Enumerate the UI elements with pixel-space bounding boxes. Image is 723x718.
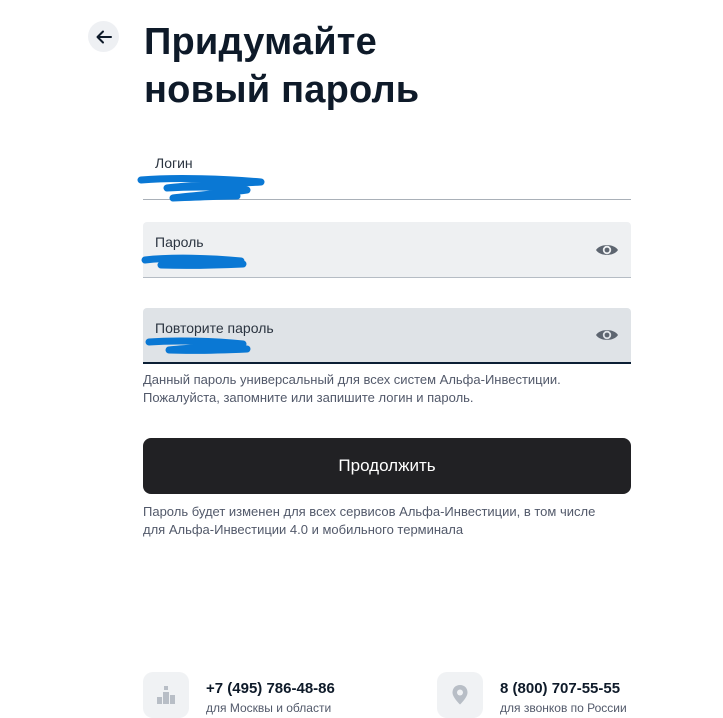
repeat-password-label: Повторите пароль	[155, 320, 274, 336]
redaction-scribble	[137, 175, 265, 202]
repeat-password-field[interactable]: Повторите пароль	[143, 308, 631, 364]
arrow-left-icon	[96, 30, 112, 43]
hint-line: Данный пароль универсальный для всех сис…	[143, 372, 561, 387]
show-repeat-password-eye-icon[interactable]	[595, 327, 619, 343]
page-title-line-2: новый пароль	[144, 69, 420, 111]
hint-line: для Альфа-Инвестиции 4.0 и мобильного те…	[143, 522, 464, 537]
back-button[interactable]	[88, 21, 119, 52]
show-password-eye-icon[interactable]	[595, 242, 619, 258]
contact-moscow[interactable]: +7 (495) 786-48-86 для Москвы и области	[143, 672, 335, 718]
page-title-line-1: Придумайте	[144, 21, 377, 63]
login-label: Логин	[155, 155, 193, 171]
redaction-scribble	[145, 337, 251, 354]
password-label: Пароль	[155, 234, 204, 250]
contact-description: для звонков по России	[500, 701, 627, 715]
contact-phone[interactable]: 8 (800) 707-55-55	[500, 680, 627, 697]
contact-description: для Москвы и области	[206, 701, 332, 715]
login-field[interactable]: Логин	[137, 150, 631, 202]
contact-russia[interactable]: 8 (800) 707-55-55 для звонков по России	[437, 672, 627, 718]
password-change-notice: Пароль будет изменен для всех сервисов А…	[143, 503, 613, 539]
page-title: Придумайте новый пароль	[144, 18, 564, 114]
city-icon	[143, 672, 189, 718]
hint-line: Пожалуйста, запомните или запишите логин…	[143, 390, 474, 405]
redaction-scribble	[141, 254, 247, 269]
hint-line: Пароль будет изменен для всех сервисов А…	[143, 504, 596, 519]
continue-button[interactable]: Продолжить	[143, 438, 631, 494]
contact-phone[interactable]: +7 (495) 786-48-86	[206, 680, 335, 697]
password-hint-universal: Данный пароль универсальный для всех сис…	[143, 371, 613, 407]
location-pin-icon	[437, 672, 483, 718]
password-field[interactable]: Пароль	[141, 222, 631, 278]
